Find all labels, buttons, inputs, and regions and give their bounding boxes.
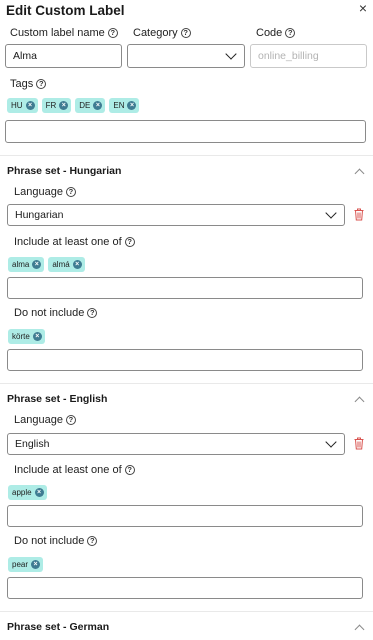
exclude-label: Do not include ? [14,307,98,319]
custom-label-name-input[interactable]: Alma [5,44,122,68]
tags-list: HU × FR × DE × EN × [7,98,140,113]
phrase-chip: pear × [8,557,44,572]
remove-tag-icon[interactable]: × [32,260,42,269]
exclude-label: Do not include ? [14,535,98,547]
custom-label-name-label: Custom label name ? [10,27,118,39]
phrase-set-title: Phrase set - English [7,393,108,405]
exclude-tags: körte × [8,329,45,344]
collapse-icon[interactable] [354,624,365,635]
code-input[interactable]: online_billing [250,44,367,68]
remove-tag-icon[interactable]: × [93,101,103,110]
divider [0,383,373,384]
remove-tag-icon[interactable]: × [34,488,44,497]
collapse-icon[interactable] [354,168,365,179]
divider [0,155,373,156]
remove-tag-icon[interactable]: × [31,560,41,569]
language-label: Language ? [14,186,76,198]
include-input[interactable] [7,505,363,527]
help-icon[interactable]: ? [87,536,98,546]
exclude-tags: pear × [8,557,44,572]
help-icon[interactable]: ? [65,415,76,425]
phrase-chip: alma × [8,257,45,272]
include-input[interactable] [7,277,363,299]
tag-chip: FR × [41,98,72,113]
language-select[interactable]: Hungarian [7,204,345,226]
remove-tag-icon[interactable]: × [127,101,137,110]
code-label: Code ? [256,27,296,39]
tags-input[interactable] [5,120,366,143]
phrase-chip: körte × [8,329,45,344]
include-label: Include at least one of ? [14,464,135,476]
chevron-down-icon [325,436,337,448]
phrase-set-title: Phrase set - Hungarian [7,165,122,177]
phrase-set-title: Phrase set - German [7,621,110,633]
phrase-chip: apple × [8,485,47,500]
help-icon[interactable]: ? [285,28,296,38]
category-select[interactable] [127,44,245,68]
chevron-down-icon [325,207,337,219]
chevron-down-icon [225,48,237,60]
tag-chip: HU × [7,98,38,113]
help-icon[interactable]: ? [87,308,98,318]
tags-label: Tags ? [10,78,47,90]
dialog-title: Edit Custom Label [6,3,125,18]
close-icon[interactable]: × [356,1,370,15]
exclude-input[interactable] [7,577,363,599]
phrase-chip: almá × [48,257,85,272]
language-select[interactable]: English [7,433,345,455]
remove-tag-icon[interactable]: × [32,332,42,341]
tag-chip: EN × [109,98,140,113]
help-icon[interactable]: ? [107,28,118,38]
remove-tag-icon[interactable]: × [72,260,82,269]
trash-icon[interactable] [354,437,364,450]
include-tags: apple × [8,485,47,500]
help-icon[interactable]: ? [124,237,135,247]
help-icon[interactable]: ? [36,79,47,89]
tag-chip: DE × [75,98,106,113]
help-icon[interactable]: ? [65,187,76,197]
category-label: Category ? [133,27,191,39]
trash-icon[interactable] [354,208,364,221]
language-label: Language ? [14,414,76,426]
include-label: Include at least one of ? [14,236,135,248]
divider [0,611,373,612]
collapse-icon[interactable] [354,396,365,407]
help-icon[interactable]: ? [180,28,191,38]
remove-tag-icon[interactable]: × [25,101,35,110]
remove-tag-icon[interactable]: × [59,101,69,110]
help-icon[interactable]: ? [124,465,135,475]
exclude-input[interactable] [7,349,363,371]
include-tags: alma × almá × [8,257,85,272]
